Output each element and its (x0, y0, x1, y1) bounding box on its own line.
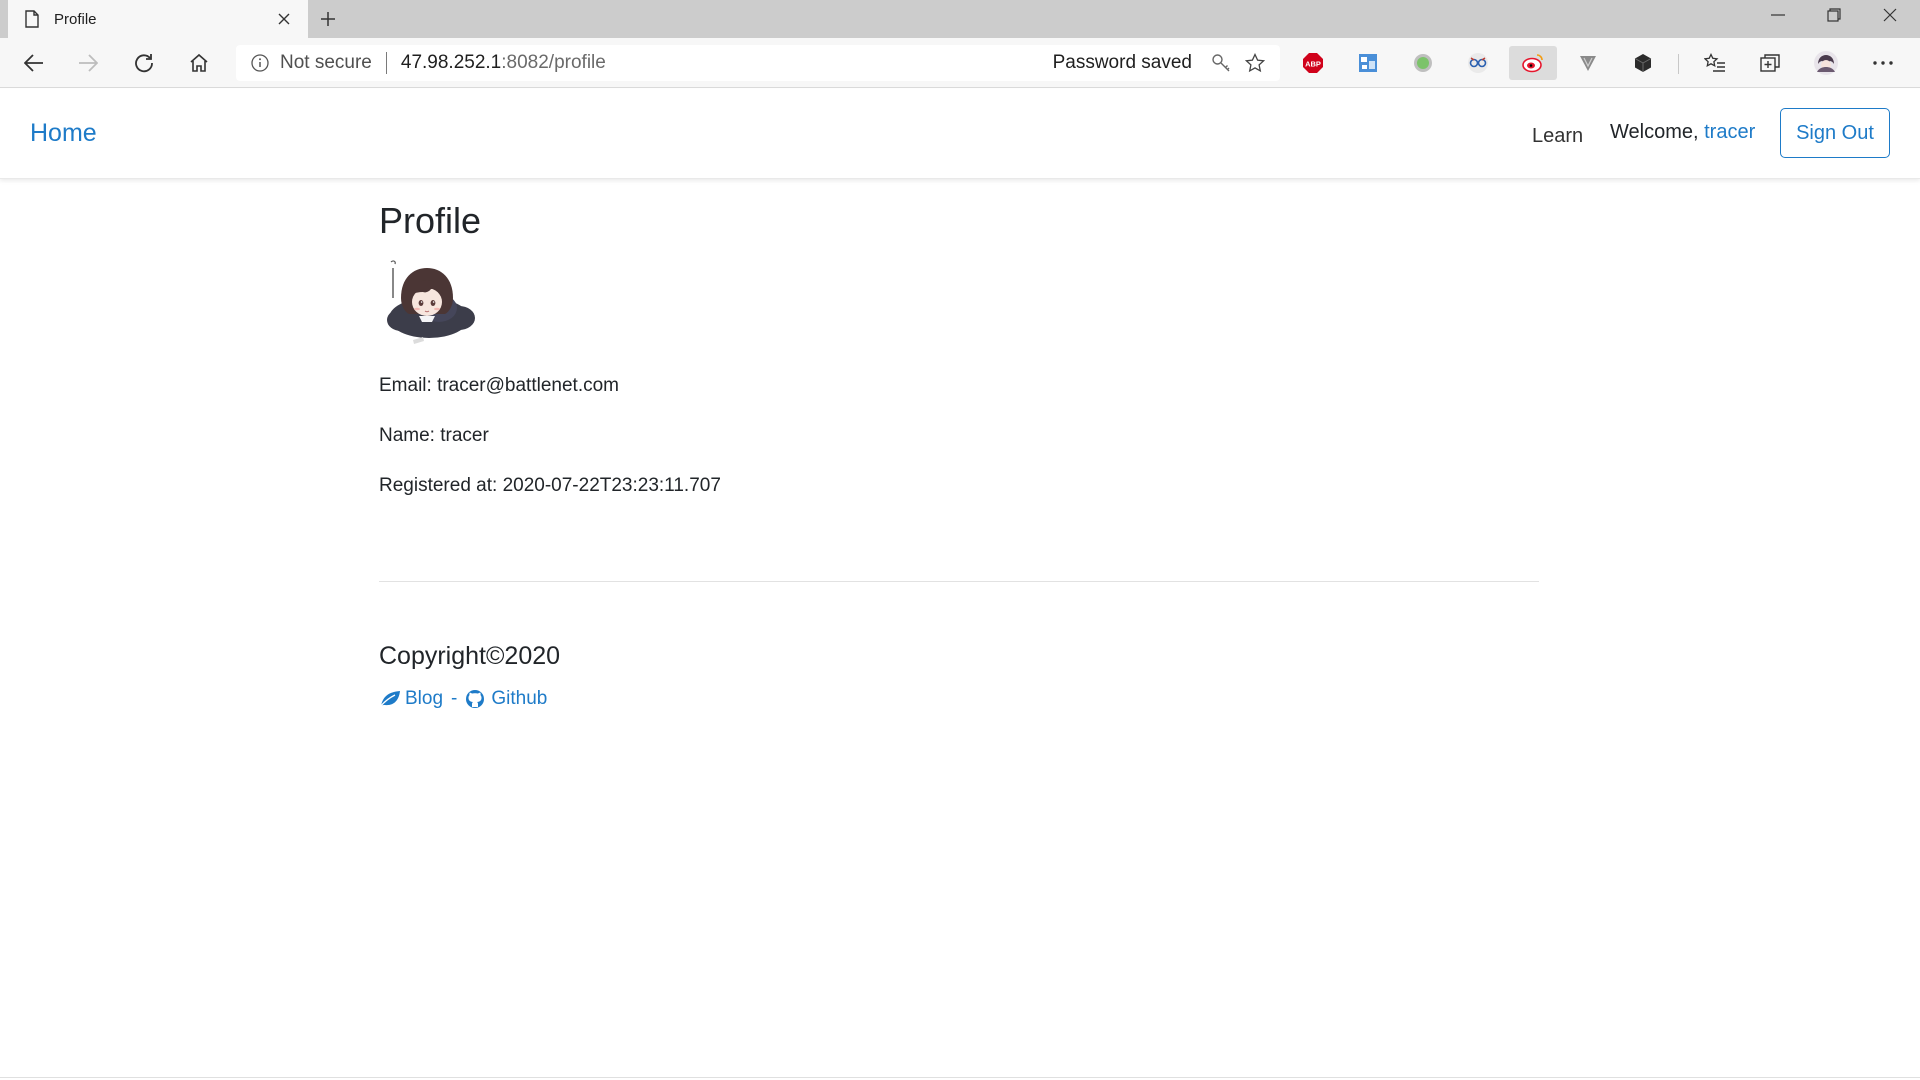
blog-link[interactable]: Blog (379, 688, 443, 710)
glasses-icon[interactable] (1461, 46, 1495, 80)
address-divider (385, 52, 387, 74)
email-text: Email: tracer@battlenet.com (379, 375, 619, 396)
back-arrow-icon[interactable] (16, 45, 52, 81)
home-link[interactable]: Home (30, 119, 97, 148)
registered-text: Registered at: 2020-07-22T23:23:11.707 (379, 475, 721, 496)
browser-toolbar: Not secure 47.98.252.1 :8082/profile Pas… (0, 38, 1920, 88)
home-icon[interactable] (181, 45, 217, 81)
more-options-icon[interactable] (1866, 46, 1900, 80)
adblock-icon[interactable]: ABP (1296, 46, 1330, 80)
github-link[interactable]: Github (465, 688, 547, 710)
site-navbar: Home Learn Welcome, tracer Sign Out (0, 89, 1920, 179)
page-title: Profile (379, 200, 482, 241)
security-label: Not secure (280, 52, 372, 73)
window-bottom-edge (0, 1077, 1920, 1078)
favorites-icon[interactable] (1698, 46, 1732, 80)
github-label: Github (491, 688, 548, 709)
weibo-icon[interactable] (1509, 46, 1557, 80)
leaf-icon (379, 689, 401, 709)
url-path: :8082/profile (501, 52, 606, 73)
name-text: Name: tracer (379, 425, 489, 446)
forward-arrow-icon[interactable] (70, 45, 106, 81)
svg-text:ABP: ABP (1305, 60, 1321, 69)
username-link[interactable]: tracer (1704, 121, 1755, 143)
avatar (381, 256, 477, 348)
refresh-icon[interactable] (126, 45, 162, 81)
key-icon[interactable] (1206, 48, 1236, 78)
new-tab-icon[interactable] (314, 5, 342, 33)
browser-tab-bar: Profile (0, 0, 1920, 38)
profile-avatar-icon[interactable] (1809, 46, 1843, 80)
v-shield-icon[interactable] (1571, 46, 1605, 80)
welcome-prefix: Welcome, (1610, 121, 1705, 143)
green-dot-icon[interactable] (1406, 46, 1440, 80)
restore-icon[interactable] (1806, 0, 1862, 30)
collections-icon[interactable] (1753, 46, 1787, 80)
footer-divider (379, 581, 1539, 582)
learn-link[interactable]: Learn (1532, 125, 1583, 148)
sign-out-button[interactable]: Sign Out (1780, 108, 1890, 158)
blog-label: Blog (405, 688, 444, 709)
translate-icon[interactable] (1351, 46, 1385, 80)
footer-separator: - (451, 688, 458, 709)
minimize-icon[interactable] (1750, 0, 1806, 30)
password-saved-label: Password saved (1052, 52, 1192, 73)
tab-title: Profile (54, 10, 97, 28)
github-icon (465, 689, 487, 709)
copyright-text: Copyright©2020 (379, 642, 561, 670)
toolbar-divider (1678, 54, 1679, 74)
close-window-icon[interactable] (1862, 0, 1918, 30)
info-icon[interactable] (250, 53, 270, 73)
page-icon (22, 9, 42, 29)
close-tab-icon[interactable] (272, 7, 296, 31)
url-host: 47.98.252.1 (400, 52, 502, 73)
address-bar[interactable]: Not secure 47.98.252.1 :8082/profile Pas… (236, 45, 1280, 81)
footer-links: Blog - Github (379, 688, 547, 710)
favorite-star-icon[interactable] (1240, 48, 1270, 78)
cube-icon[interactable] (1626, 46, 1660, 80)
browser-tab[interactable]: Profile (8, 0, 308, 38)
welcome-text: Welcome, tracer (1610, 121, 1755, 144)
